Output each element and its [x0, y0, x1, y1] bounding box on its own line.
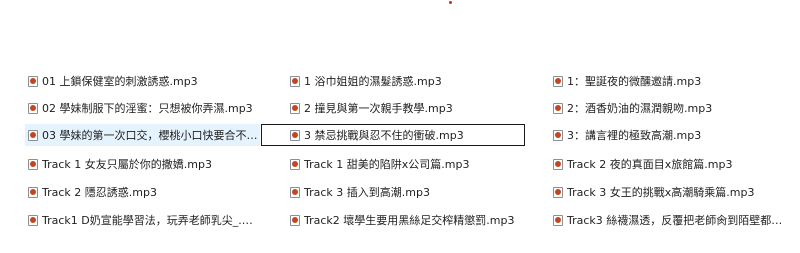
file-item[interactable]: 3：講言裡的極致高潮.mp3	[550, 124, 790, 146]
audio-file-icon	[28, 186, 38, 198]
file-name: 3 禁忌挑戰與忍不住的衝破.mp3	[304, 129, 464, 142]
audio-file-icon	[290, 214, 300, 226]
file-item[interactable]: Track 1 甜美的陷阱x公司篇.mp3	[287, 153, 525, 175]
file-item-hovered[interactable]: 03 學妹的第一次口交，櫻桃小口快要合不下…	[25, 124, 260, 146]
file-name: 2 撞見與第一次親手教學.mp3	[304, 102, 453, 115]
audio-file-icon	[553, 214, 563, 226]
file-item[interactable]: Track3 絲襪濕透，反覆把老師肏到陌壁都聽…	[550, 209, 790, 231]
file-item[interactable]: Track 2 夜的真面目x旅館篇.mp3	[550, 153, 790, 175]
file-item[interactable]: 2 撞見與第一次親手教學.mp3	[287, 97, 525, 119]
audio-file-icon	[290, 129, 300, 141]
audio-file-icon	[28, 102, 38, 114]
file-name: Track 1 甜美的陷阱x公司篇.mp3	[304, 158, 470, 171]
file-name: 03 學妹的第一次口交，櫻桃小口快要合不下…	[42, 129, 260, 142]
file-name: Track3 絲襪濕透，反覆把老師肏到陌壁都聽…	[567, 214, 790, 227]
file-name: Track 3 插入到高潮.mp3	[304, 186, 430, 199]
file-item[interactable]: 1：聖誕夜的微醺邀請.mp3	[550, 70, 790, 92]
file-name: 3：講言裡的極致高潮.mp3	[567, 129, 702, 142]
file-item[interactable]: 01 上鎖保健室的刺激誘惑.mp3	[25, 70, 260, 92]
file-name: 1 浴巾姐姐的濕髮誘惑.mp3	[304, 75, 442, 88]
audio-file-icon	[290, 158, 300, 170]
audio-file-icon	[28, 158, 38, 170]
audio-file-icon	[290, 75, 300, 87]
file-item[interactable]: 2：酒香奶油的濕潤親吻.mp3	[550, 97, 790, 119]
audio-file-icon	[28, 75, 38, 87]
file-item[interactable]: Track 3 插入到高潮.mp3	[287, 181, 525, 203]
audio-file-icon	[553, 186, 563, 198]
audio-file-icon	[553, 158, 563, 170]
file-item[interactable]: Track1 D奶宣能學習法，玩弄老師乳尖_.mp3	[25, 209, 260, 231]
audio-file-icon	[290, 102, 300, 114]
file-item-focused[interactable]: 3 禁忌挑戰與忍不住的衝破.mp3	[261, 124, 525, 146]
audio-file-icon	[290, 186, 300, 198]
file-name: 1：聖誕夜的微醺邀請.mp3	[567, 75, 702, 88]
file-item[interactable]: Track2 壞學生要用黑絲足交榨精懲罰.mp3	[287, 209, 525, 231]
red-marker-dot	[449, 1, 452, 4]
file-name: 2：酒香奶油的濕潤親吻.mp3	[567, 102, 713, 115]
audio-file-icon	[553, 129, 563, 141]
file-name: Track 2 夜的真面目x旅館篇.mp3	[567, 158, 733, 171]
audio-file-icon	[553, 102, 563, 114]
file-name: Track2 壞學生要用黑絲足交榨精懲罰.mp3	[304, 214, 515, 227]
file-name: Track 1 女友只屬於你的撒嬌.mp3	[42, 158, 212, 171]
audio-file-icon	[28, 214, 38, 226]
file-item[interactable]: 02 學妹制服下的淫蜜：只想被你弄濕.mp3	[25, 97, 260, 119]
audio-file-icon	[553, 75, 563, 87]
file-name: 02 學妹制服下的淫蜜：只想被你弄濕.mp3	[42, 102, 253, 115]
file-item[interactable]: Track 1 女友只屬於你的撒嬌.mp3	[25, 153, 260, 175]
file-name: Track 2 隱忍誘惑.mp3	[42, 186, 157, 199]
file-name: 01 上鎖保健室的刺激誘惑.mp3	[42, 75, 198, 88]
file-name: Track 3 女王的挑戰x高潮騎乘篇.mp3	[567, 186, 755, 199]
audio-file-icon	[28, 129, 38, 141]
file-name: Track1 D奶宣能學習法，玩弄老師乳尖_.mp3	[42, 214, 260, 227]
file-item[interactable]: Track 2 隱忍誘惑.mp3	[25, 181, 260, 203]
file-item[interactable]: 1 浴巾姐姐的濕髮誘惑.mp3	[287, 70, 525, 92]
file-item[interactable]: Track 3 女王的挑戰x高潮騎乘篇.mp3	[550, 181, 790, 203]
